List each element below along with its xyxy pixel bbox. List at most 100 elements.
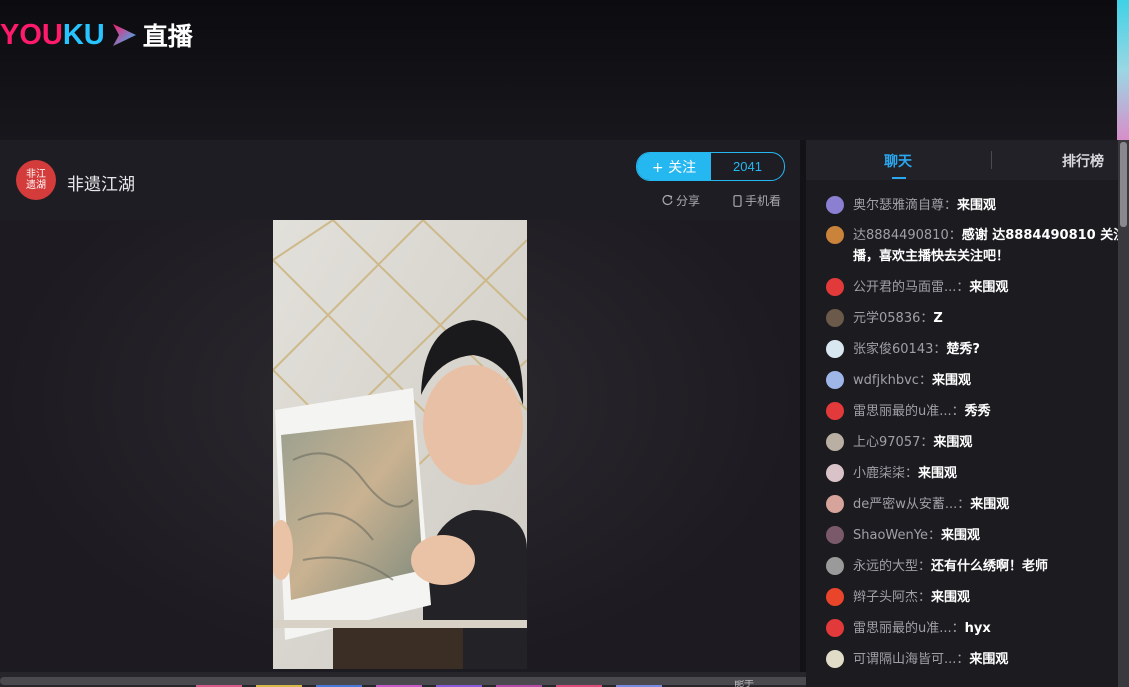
message-content: 秀秀 <box>964 404 991 419</box>
message-content: 来围观 <box>931 590 971 605</box>
message-separator: ： <box>956 652 970 667</box>
message-username[interactable]: 上心97057 <box>853 435 920 450</box>
message-text: 小鹿柒柒：来围观 <box>853 463 1129 484</box>
message-separator: ： <box>920 435 934 450</box>
message-separator: ： <box>920 311 934 326</box>
user-avatar[interactable] <box>826 464 844 482</box>
tab-chat[interactable]: 聊天 <box>884 151 912 171</box>
message-text: de严密w从安蓄...：来围观 <box>853 494 1129 515</box>
avatar-text: 非江 遗湖 <box>26 169 46 191</box>
message-separator: ： <box>948 228 962 243</box>
user-avatar[interactable] <box>826 619 844 637</box>
message-text: wdfjkhbvc：来围观 <box>853 370 1129 391</box>
user-avatar[interactable] <box>826 196 844 214</box>
message-separator: ： <box>956 280 970 295</box>
message-content: 楚秀? <box>946 342 980 357</box>
message-text: 公开君的马面雷...：来围观 <box>853 277 1129 298</box>
tab-divider <box>991 151 992 169</box>
live-label: 直播 <box>142 22 193 51</box>
user-avatar[interactable] <box>826 402 844 420</box>
message-username[interactable]: 奥尔瑟雅滴自尊 <box>853 198 944 213</box>
message-separator: ： <box>918 373 932 388</box>
share-button[interactable]: 分享 <box>662 192 700 209</box>
message-text: 辫子头阿杰：来围观 <box>853 587 1129 608</box>
share-label: 分享 <box>676 194 701 208</box>
user-avatar[interactable] <box>826 226 844 244</box>
mobile-label: 手机看 <box>745 194 782 208</box>
message-text: 上心97057：来围观 <box>853 432 1129 453</box>
streamer-avatar[interactable]: 非江 遗湖 <box>16 160 56 200</box>
message-username[interactable]: 小鹿柒柒 <box>853 466 905 481</box>
chat-scrollbar-thumb[interactable] <box>1120 142 1127 227</box>
chat-panel: 聊天 排行榜 奥尔瑟雅滴自尊：来围观 达8884490810：感谢 达888449… <box>806 140 1129 687</box>
message-content: 来围观 <box>957 198 997 213</box>
streamer-name[interactable]: 非遗江湖 <box>67 170 135 195</box>
logo-text-you: YOU <box>0 18 63 51</box>
user-avatar[interactable] <box>826 309 844 327</box>
share-icon <box>662 195 673 205</box>
message-username[interactable]: 可谓隔山海皆可... <box>853 652 956 667</box>
message-username[interactable]: de严密w从安蓄... <box>853 497 957 512</box>
message-content: 来围观 <box>969 652 1009 667</box>
message-text: 永远的大型：还有什么绣啊！老师 <box>853 556 1129 577</box>
message-content: 来围观 <box>931 373 971 388</box>
message-separator: ： <box>918 559 932 574</box>
user-avatar[interactable] <box>826 495 844 513</box>
message-username[interactable]: 张家俊60143 <box>853 342 933 357</box>
message-separator: ： <box>933 342 947 357</box>
follower-count: 2041 <box>733 159 762 174</box>
user-avatar[interactable] <box>826 526 844 544</box>
message-username[interactable]: 公开君的马面雷... <box>853 280 956 295</box>
youku-logo[interactable]: YOU KU 直播 <box>0 18 193 52</box>
stage: 非江 遗湖 非遗江湖 + 关注 2041 分享 手机看 <box>0 140 800 687</box>
tab-ranking[interactable]: 排行榜 <box>1062 151 1104 171</box>
follow-group: + 关注 2041 <box>636 152 785 181</box>
message-separator: ： <box>944 198 958 213</box>
message-content: 来围观 <box>969 280 1009 295</box>
message-text: 达8884490810：感谢 达8884490810 关注主播，喜欢主播快去关注… <box>853 225 1129 267</box>
message-username[interactable]: 雷思丽最的u准... <box>853 404 952 419</box>
user-avatar[interactable] <box>826 588 844 606</box>
user-avatar[interactable] <box>826 650 844 668</box>
message-text: 可谓隔山海皆可...：来围观 <box>853 649 1129 670</box>
message-username[interactable]: 辫子头阿杰 <box>853 590 918 605</box>
user-avatar[interactable] <box>826 557 844 575</box>
message-content: Z <box>933 311 943 326</box>
message-content: 来围观 <box>918 466 958 481</box>
active-tab-indicator <box>892 177 906 179</box>
message-text: 雷思丽最的u准...：hyx <box>853 618 1129 639</box>
message-username[interactable]: ShaoWenYe <box>853 528 928 543</box>
user-avatar[interactable] <box>826 371 844 389</box>
phone-icon <box>733 194 742 207</box>
user-avatar[interactable] <box>826 340 844 358</box>
mobile-watch-button[interactable]: 手机看 <box>733 192 781 209</box>
message-username[interactable]: 元学05836 <box>853 311 920 326</box>
message-username[interactable]: 雷思丽最的u准... <box>853 621 952 636</box>
message-content: 来围观 <box>940 528 980 543</box>
edge-thumbnail <box>1117 0 1129 140</box>
message-username[interactable]: 达8884490810 <box>853 228 949 243</box>
message-separator: ： <box>951 621 965 636</box>
message-text: ShaoWenYe：来围观 <box>853 525 1129 546</box>
message-separator: ： <box>905 466 919 481</box>
message-separator: ： <box>957 497 971 512</box>
message-text: 元学05836：Z <box>853 308 1129 329</box>
message-content: hyx <box>964 621 991 636</box>
message-text: 雷思丽最的u准...：秀秀 <box>853 401 1129 422</box>
message-separator: ： <box>927 528 941 543</box>
follow-button[interactable]: + 关注 <box>637 153 711 180</box>
message-username[interactable]: wdfjkhbvc <box>853 373 919 388</box>
live-video-frame[interactable] <box>273 220 527 669</box>
room-header: 非江 遗湖 非遗江湖 + 关注 2041 分享 手机看 <box>0 140 800 220</box>
message-content: 来围观 <box>970 497 1010 512</box>
user-avatar[interactable] <box>826 433 844 451</box>
message-text: 张家俊60143：楚秀? <box>853 339 1129 360</box>
chat-tabs: 聊天 排行榜 <box>806 140 1129 180</box>
message-username[interactable]: 永远的大型 <box>853 559 918 574</box>
user-avatar[interactable] <box>826 278 844 296</box>
message-text: 奥尔瑟雅滴自尊：来围观 <box>853 195 1129 216</box>
logo-text-ku: KU <box>62 18 105 51</box>
video-player-area[interactable] <box>0 220 800 669</box>
play-logo-icon <box>112 24 136 46</box>
bottom-partial-label: 能手 <box>734 680 754 687</box>
